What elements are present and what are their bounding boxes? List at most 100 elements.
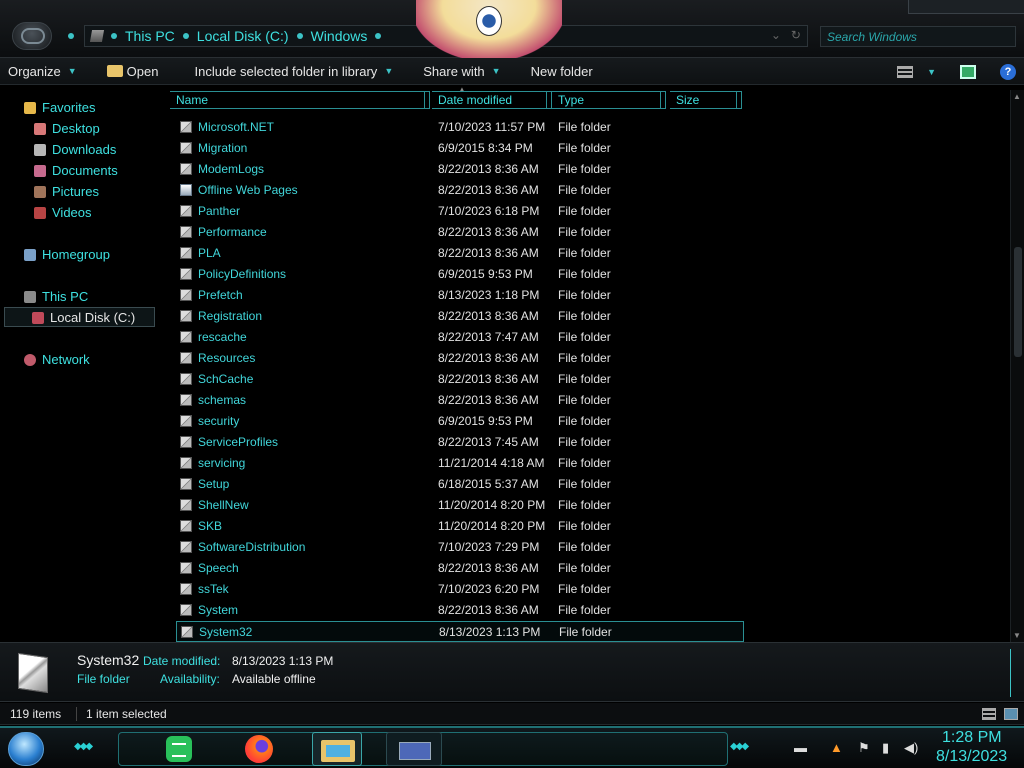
file-type: File folder <box>558 582 611 596</box>
network-tray-icon[interactable]: ▮ <box>882 740 889 756</box>
file-row[interactable]: PLA 8/22/2013 8:36 AM File folder <box>176 243 744 264</box>
file-row[interactable]: PolicyDefinitions 6/9/2015 9:53 PM File fo… <box>176 264 744 285</box>
nav-favorites[interactable]: Favorites <box>24 100 95 115</box>
homegroup-icon <box>24 248 36 261</box>
file-row[interactable]: SKB 11/20/2014 8:20 PM File folder <box>176 516 744 537</box>
nav-local-disk[interactable]: Local Disk (C:) <box>32 310 135 325</box>
back-forward-button[interactable] <box>12 22 52 50</box>
file-row[interactable]: servicing 11/21/2014 4:18 AM File folder <box>176 453 744 474</box>
organize-button[interactable]: Organize ▼ <box>0 58 85 85</box>
file-date-modified: 8/22/2013 8:36 AM <box>438 561 539 575</box>
open-button[interactable]: Open <box>99 58 167 85</box>
file-date-modified: 6/18/2015 5:37 AM <box>438 477 539 491</box>
details-view-icon[interactable] <box>982 708 996 720</box>
organize-label: Organize <box>8 63 61 79</box>
chevron-down-icon[interactable]: ▼ <box>927 67 936 77</box>
folder-icon <box>180 499 192 511</box>
include-in-library-button[interactable]: Include selected folder in library ▼ <box>186 58 401 85</box>
preview-pane-icon[interactable] <box>960 64 976 79</box>
file-row[interactable]: ModemLogs 8/22/2013 8:36 AM File folder <box>176 159 744 180</box>
file-name: ssTek <box>198 582 229 596</box>
file-date-modified: 8/22/2013 8:36 AM <box>438 603 539 617</box>
scroll-up-icon[interactable]: ▲ <box>1013 92 1021 101</box>
column-type[interactable]: Type <box>552 91 666 109</box>
column-date-modified[interactable]: Date modified <box>432 91 552 109</box>
window-controls[interactable] <box>908 0 1024 14</box>
file-row[interactable]: Resources 8/22/2013 8:36 AM File folder <box>176 348 744 369</box>
nav-this-pc-label: This PC <box>42 289 89 304</box>
scrollbar-thumb[interactable] <box>1014 247 1022 357</box>
share-with-button[interactable]: Share with ▼ <box>415 58 508 85</box>
file-row[interactable]: Panther 7/10/2023 6:18 PM File folder <box>176 201 744 222</box>
refresh-icon[interactable]: ⌄ ↻ <box>771 28 801 42</box>
taskbar-firefox[interactable] <box>240 732 278 766</box>
breadcrumb-windows[interactable]: Windows <box>311 28 368 44</box>
large-icons-view-icon[interactable] <box>1004 708 1018 720</box>
folder-icon <box>180 562 192 574</box>
nav-desktop[interactable]: Desktop <box>34 121 100 136</box>
file-row[interactable]: security 6/9/2015 9:53 PM File folder <box>176 411 744 432</box>
file-type: File folder <box>558 183 611 197</box>
file-row[interactable]: Setup 6/18/2015 5:37 AM File folder <box>176 474 744 495</box>
nav-documents[interactable]: Documents <box>34 163 118 178</box>
flag-icon[interactable]: ⚑ <box>858 740 870 756</box>
file-row[interactable]: Registration 8/22/2013 8:36 AM File folder <box>176 306 744 327</box>
details-availability-label: Availability: <box>160 672 220 686</box>
column-size[interactable]: Size <box>670 91 742 109</box>
file-row[interactable]: ShellNew 11/20/2014 8:20 PM File folder <box>176 495 744 516</box>
file-row[interactable]: Offline Web Pages 8/22/2013 8:36 AM File f… <box>176 180 744 201</box>
vertical-scrollbar[interactable]: ▲ ▼ <box>1010 90 1024 642</box>
file-row[interactable]: System32 8/13/2023 1:13 PM File folder <box>176 621 744 642</box>
breadcrumb-local-disk[interactable]: Local Disk (C:) <box>197 28 289 44</box>
new-folder-button[interactable]: New folder <box>523 58 601 85</box>
file-row[interactable]: schemas 8/22/2013 8:36 AM File folder <box>176 390 744 411</box>
file-row[interactable]: SoftwareDistribution 7/10/2023 7:29 PM Fil… <box>176 537 744 558</box>
show-hidden-icons-icon[interactable]: ▬ <box>794 740 807 755</box>
include-label: Include selected folder in library <box>194 63 378 79</box>
item-count: 119 items <box>10 707 62 721</box>
back-arrow-icon <box>21 28 45 44</box>
file-row[interactable]: Microsoft.NET 7/10/2023 11:57 PM File fold… <box>176 117 744 138</box>
breadcrumb-this-pc[interactable]: This PC <box>125 28 175 44</box>
update-icon[interactable]: ▲ <box>830 740 843 755</box>
nav-downloads-label: Downloads <box>52 142 117 157</box>
nav-homegroup[interactable]: Homegroup <box>24 247 110 262</box>
chevron-down-icon: ▼ <box>384 66 394 76</box>
mascot-eye <box>476 6 502 36</box>
file-row[interactable]: System 8/22/2013 8:36 AM File folder <box>176 600 744 621</box>
folder-icon <box>181 626 193 638</box>
nav-network[interactable]: Network <box>24 352 90 367</box>
nav-pictures[interactable]: Pictures <box>34 184 99 199</box>
taskbar-file-explorer[interactable] <box>312 732 362 766</box>
desktop-icon <box>34 122 46 135</box>
start-button[interactable] <box>8 732 44 766</box>
folder-icon <box>180 163 192 175</box>
taskbar-window-app[interactable] <box>386 732 442 766</box>
volume-icon[interactable]: ◀) <box>904 740 918 756</box>
search-input[interactable]: Search Windows <box>820 26 1016 47</box>
file-row[interactable]: Prefetch 8/13/2023 1:18 PM File folder <box>176 285 744 306</box>
details-pane: System32 Date modified: 8/13/2023 1:13 P… <box>0 642 1024 702</box>
column-name[interactable]: Name <box>170 91 430 109</box>
scroll-down-icon[interactable]: ▼ <box>1013 631 1021 640</box>
file-name: Setup <box>198 477 230 491</box>
file-row[interactable]: Performance 8/22/2013 8:36 AM File folder <box>176 222 744 243</box>
nav-this-pc[interactable]: This PC <box>24 289 88 304</box>
file-row[interactable]: rescache 8/22/2013 7:47 AM File folder <box>176 327 744 348</box>
change-view-icon[interactable] <box>897 65 914 78</box>
file-row[interactable]: SchCache 8/22/2013 8:36 AM File folder <box>176 369 744 390</box>
taskbar-notes-app[interactable] <box>160 732 198 766</box>
folder-icon <box>18 652 48 694</box>
help-icon[interactable]: ? <box>1000 63 1016 80</box>
clock-date[interactable]: 8/13/2023 <box>936 748 1007 766</box>
file-row[interactable]: ssTek 7/10/2023 6:20 PM File folder <box>176 579 744 600</box>
file-row[interactable]: Speech 8/22/2013 8:36 AM File folder <box>176 558 744 579</box>
file-type: File folder <box>558 204 611 218</box>
clock-time[interactable]: 1:28 PM <box>942 729 1002 747</box>
file-row[interactable]: ServiceProfiles 8/22/2013 7:45 AM File fol… <box>176 432 744 453</box>
nav-downloads[interactable]: Downloads <box>34 142 116 157</box>
new-folder-label: New folder <box>530 63 593 79</box>
nav-videos[interactable]: Videos <box>34 205 92 220</box>
folder-icon <box>180 121 192 133</box>
file-row[interactable]: Migration 6/9/2015 8:34 PM File folder <box>176 138 744 159</box>
